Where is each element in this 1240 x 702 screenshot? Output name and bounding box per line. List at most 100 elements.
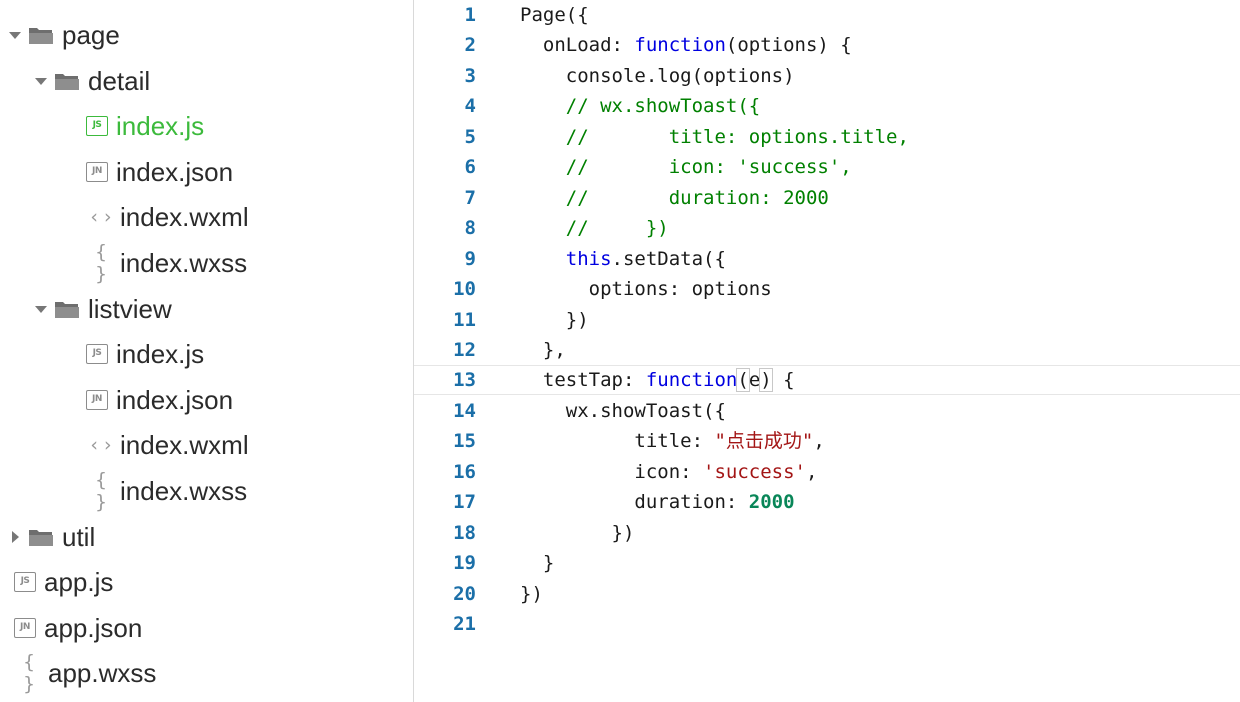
bracket-token: ): [759, 368, 773, 392]
folder-icon: [28, 25, 54, 45]
folder-icon: [54, 71, 80, 91]
line-number: 20: [453, 583, 476, 605]
line-code: wx.showToast({: [520, 396, 726, 426]
tree-item-label: index.wxml: [120, 201, 249, 232]
code-line[interactable]: 14 wx.showToast({: [414, 396, 1240, 426]
code-editor[interactable]: 1 Page({2 onLoad: function(options) {3 co…: [414, 0, 1240, 702]
code-token: ,: [813, 430, 825, 452]
tree-item-label: index.js: [116, 110, 205, 141]
code-line[interactable]: 2 onLoad: function(options) {: [414, 30, 1240, 60]
code-token: icon:: [520, 461, 704, 483]
line-number: 13: [453, 369, 476, 391]
line-number: 15: [453, 430, 476, 452]
code-line[interactable]: 16 icon: 'success',: [414, 457, 1240, 487]
line-number: 10: [453, 278, 476, 300]
json-file-icon: JN: [86, 162, 108, 182]
keyword-token: function: [634, 34, 726, 56]
line-number: 16: [453, 461, 476, 483]
code-token: {: [771, 369, 795, 391]
line-code: // }): [520, 213, 669, 243]
string-token: 'success': [703, 461, 806, 483]
line-code: icon: 'success',: [520, 457, 817, 487]
line-number: 21: [453, 613, 476, 635]
code-line[interactable]: 3 console.log(options): [414, 61, 1240, 91]
code-line[interactable]: 18 }): [414, 518, 1240, 548]
tree-item-listview-folder[interactable]: listview: [0, 289, 447, 329]
tree-item-label: index.wxss: [120, 247, 248, 278]
tree-item-label: app.json: [44, 612, 143, 643]
line-code: // duration: 2000: [520, 183, 829, 213]
chevron-down-icon[interactable]: [34, 74, 48, 88]
line-number: 1: [464, 4, 476, 26]
comment-token: // wx.showToast({: [520, 95, 761, 117]
line-number: 9: [464, 248, 476, 270]
tree-item-app-json[interactable]: JN app.json: [0, 608, 427, 648]
tree-item-label: listview: [88, 293, 172, 324]
json-file-icon: JN: [86, 390, 108, 410]
tree-item-label: index.wxss: [120, 475, 248, 506]
code-token: options: options: [520, 278, 772, 300]
code-line[interactable]: 12 },: [414, 335, 1240, 365]
code-line[interactable]: 5 // title: options.title,: [414, 122, 1240, 152]
line-code: this.setData({: [520, 244, 726, 274]
line-code: // wx.showToast({: [520, 91, 760, 121]
code-token: },: [520, 339, 566, 361]
chevron-right-icon[interactable]: [8, 530, 22, 544]
code-line[interactable]: 17 duration: 2000: [414, 487, 1240, 517]
code-line[interactable]: 10 options: options: [414, 274, 1240, 304]
code-line[interactable]: 4 // wx.showToast({: [414, 91, 1240, 121]
code-line[interactable]: 21: [414, 609, 1240, 639]
line-number: 19: [453, 552, 476, 574]
tree-item-label: index.wxml: [120, 429, 249, 460]
tree-item-label: index.json: [116, 384, 234, 415]
line-number: 18: [453, 522, 476, 544]
line-code: }): [520, 305, 589, 335]
line-number: 2: [464, 34, 476, 56]
line-code: }): [520, 518, 635, 548]
chevron-down-icon[interactable]: [8, 28, 22, 42]
code-line[interactable]: 20}): [414, 579, 1240, 609]
keyword-token: this: [565, 248, 612, 270]
code-line[interactable]: 11 }): [414, 305, 1240, 335]
line-code: }: [520, 548, 554, 578]
comment-token: // }): [520, 217, 669, 239]
code-line[interactable]: 9 this.setData({: [414, 244, 1240, 274]
chevron-down-icon[interactable]: [34, 302, 48, 316]
tree-item-detail-folder[interactable]: detail: [0, 61, 447, 101]
folder-icon: [28, 527, 54, 547]
code-line[interactable]: 13 testTap: function(e) {: [414, 365, 1240, 395]
code-token: console.log(options): [520, 65, 795, 87]
line-code: Page({: [520, 0, 589, 30]
code-line[interactable]: 8 // }): [414, 213, 1240, 243]
line-number: 4: [464, 95, 476, 117]
tree-item-app-wxss[interactable]: { } app.wxss: [0, 651, 427, 695]
tree-item-label: app.js: [44, 566, 114, 597]
code-token: duration:: [520, 491, 749, 513]
line-number: 14: [453, 400, 476, 422]
js-file-icon: JS: [14, 572, 36, 592]
json-file-icon: JN: [14, 618, 36, 638]
comment-token: // duration: 2000: [520, 187, 829, 209]
code-token: Page({: [520, 4, 589, 26]
code-line[interactable]: 6 // icon: 'success',: [414, 152, 1240, 182]
code-token: title:: [520, 430, 715, 452]
code-line[interactable]: 19 }: [414, 548, 1240, 578]
line-number: 12: [453, 339, 476, 361]
code-token: (options) {: [725, 34, 852, 56]
code-line[interactable]: 1 Page({: [414, 0, 1240, 30]
folder-icon: [54, 299, 80, 319]
line-number: 7: [464, 187, 476, 209]
tree-item-util-folder[interactable]: util: [0, 517, 421, 557]
line-number: 3: [464, 65, 476, 87]
tree-item-label: app.wxss: [48, 657, 157, 688]
js-file-icon: JS: [86, 116, 108, 136]
code-token: e: [748, 369, 761, 391]
code-line[interactable]: 15 title: "点击成功",: [414, 426, 1240, 456]
code-token: ,: [805, 461, 818, 483]
tree-item-app-js[interactable]: JS app.js: [0, 562, 427, 602]
tree-item-page-folder[interactable]: page: [0, 15, 421, 55]
number-token: 2000: [748, 491, 795, 513]
style-file-icon: { }: [22, 651, 36, 695]
code-line[interactable]: 7 // duration: 2000: [414, 183, 1240, 213]
line-code: // title: options.title,: [520, 122, 909, 152]
